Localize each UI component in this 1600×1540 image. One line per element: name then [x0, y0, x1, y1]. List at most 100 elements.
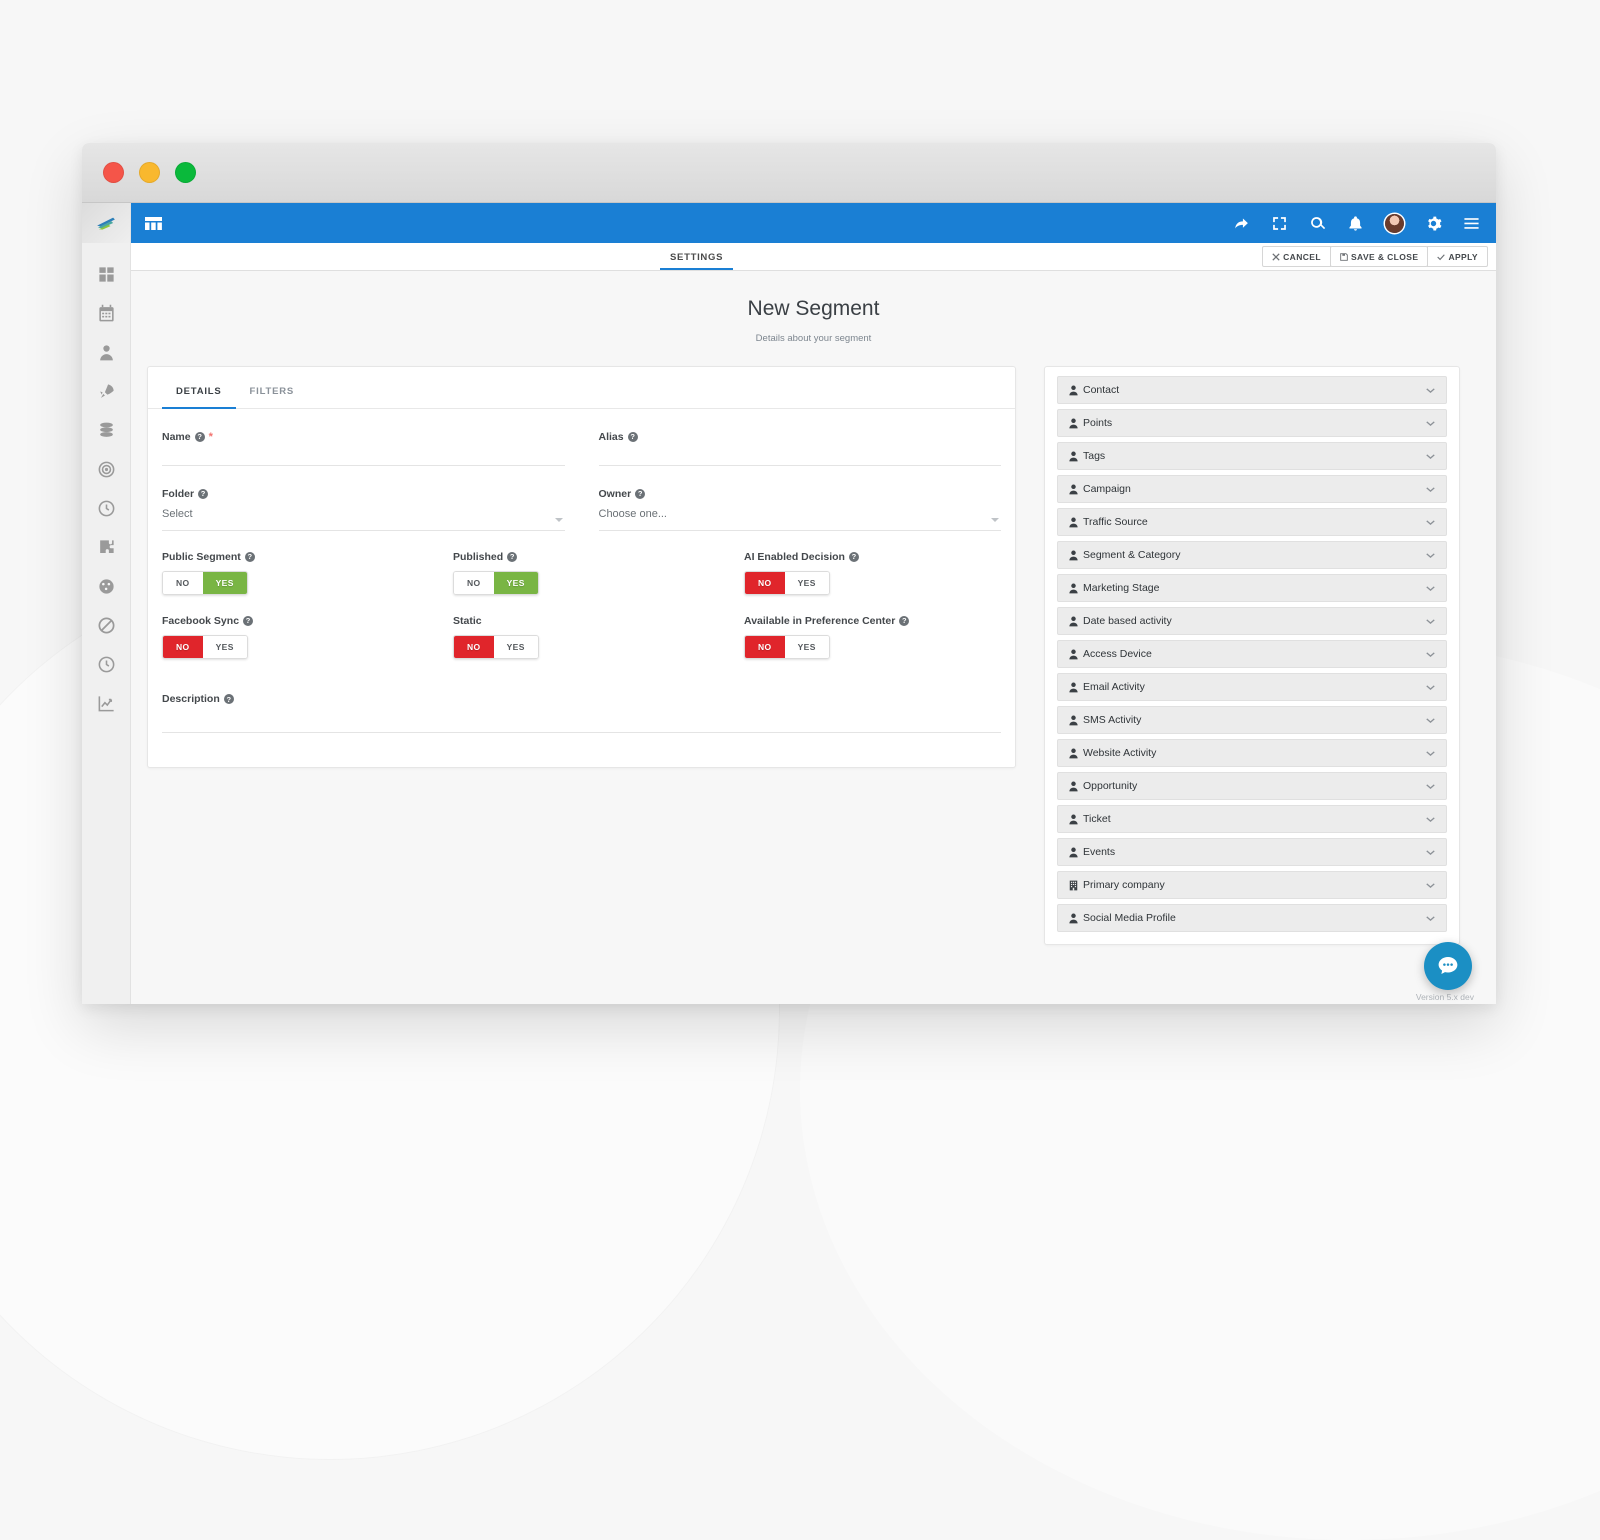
tab-filters[interactable]: FILTERS: [236, 367, 308, 409]
close-window-button[interactable]: [103, 162, 124, 183]
accordion-item[interactable]: SMS Activity: [1057, 706, 1447, 734]
accordion-item[interactable]: Email Activity: [1057, 673, 1447, 701]
accordion-item[interactable]: Ticket: [1057, 805, 1447, 833]
field-description: Description ?: [148, 659, 1015, 734]
accordion-item-label: Date based activity: [1083, 615, 1172, 627]
accordion-item[interactable]: Tags: [1057, 442, 1447, 470]
mautic-logo[interactable]: [82, 203, 130, 243]
sidebar-item-stages[interactable]: [97, 499, 116, 518]
apply-button-label: APPLY: [1448, 251, 1478, 262]
save-and-close-button[interactable]: SAVE & CLOSE: [1329, 246, 1429, 267]
sidebar-item-contacts[interactable]: [97, 343, 116, 362]
accordion-item[interactable]: Points: [1057, 409, 1447, 437]
owner-select[interactable]: Choose one...: [598, 508, 1001, 531]
ai-enabled-decision-toggle[interactable]: NO YES: [744, 571, 830, 596]
facebook-sync-toggle[interactable]: NO YES: [162, 635, 248, 660]
chevron-down-icon: [1426, 387, 1435, 393]
help-icon[interactable]: ?: [223, 694, 234, 705]
tab-settings[interactable]: SETTINGS: [660, 252, 734, 270]
accordion-item[interactable]: Primary company: [1057, 871, 1447, 899]
help-icon[interactable]: ?: [244, 552, 255, 562]
search-icon[interactable]: [1309, 215, 1326, 232]
toggle-no-option[interactable]: NO: [454, 572, 494, 595]
chat-widget-button[interactable]: [1424, 942, 1472, 990]
chevron-down-icon: [1426, 783, 1435, 789]
details-form: Name ? * Alias ? Folder ? Select Owner ?…: [148, 409, 1015, 660]
help-icon[interactable]: ?: [627, 432, 638, 442]
user-icon: [1069, 616, 1078, 626]
accordion-item[interactable]: Access Device: [1057, 640, 1447, 668]
toggle-yes-option[interactable]: YES: [784, 572, 829, 595]
grid-icon[interactable]: [145, 216, 162, 230]
help-icon[interactable]: ?: [198, 489, 209, 499]
toggle-no-option[interactable]: NO: [745, 636, 785, 659]
help-icon[interactable]: ?: [635, 489, 646, 499]
alias-input[interactable]: [598, 443, 1001, 466]
description-input[interactable]: [162, 711, 1001, 734]
hamburger-icon[interactable]: [1463, 215, 1480, 232]
minimize-window-button[interactable]: [139, 162, 160, 183]
toggle-yes-option[interactable]: YES: [202, 572, 247, 595]
fullscreen-icon[interactable]: [1271, 215, 1288, 232]
static-toggle[interactable]: NO YES: [453, 635, 539, 660]
accordion-item[interactable]: Social Media Profile: [1057, 904, 1447, 932]
chevron-down-icon: [1426, 552, 1435, 558]
share-icon[interactable]: [1233, 215, 1250, 232]
owner-select-value: Choose one...: [598, 508, 1001, 531]
sidebar-item-reports[interactable]: [97, 577, 116, 596]
sidebar-item-channels[interactable]: [97, 421, 116, 440]
accordion-item[interactable]: Events: [1057, 838, 1447, 866]
folder-select[interactable]: Select: [162, 508, 565, 531]
name-input[interactable]: [162, 443, 565, 466]
left-sidebar: [82, 203, 131, 1004]
help-icon[interactable]: ?: [507, 552, 518, 562]
tab-details[interactable]: DETAILS: [162, 367, 236, 409]
toggle-yes-option[interactable]: YES: [202, 636, 247, 659]
sidebar-item-blocked[interactable]: [97, 616, 116, 635]
accordion-item[interactable]: Segment & Category: [1057, 541, 1447, 569]
accordion-item[interactable]: Opportunity: [1057, 772, 1447, 800]
cancel-button[interactable]: CANCEL: [1262, 246, 1331, 267]
avatar[interactable]: [1385, 213, 1404, 233]
help-icon[interactable]: ?: [848, 552, 859, 562]
accordion-item[interactable]: Marketing Stage: [1057, 574, 1447, 602]
chevron-down-icon: [1426, 618, 1435, 624]
chevron-down-icon: [1426, 717, 1435, 723]
accordion-item[interactable]: Website Activity: [1057, 739, 1447, 767]
sidebar-item-calendar[interactable]: [97, 304, 116, 323]
sidebar-item-points[interactable]: [97, 460, 116, 479]
accordion-item[interactable]: Campaign: [1057, 475, 1447, 503]
toggle-no-option[interactable]: NO: [163, 572, 203, 595]
apply-button[interactable]: APPLY: [1427, 246, 1488, 267]
accordion-item[interactable]: Traffic Source: [1057, 508, 1447, 536]
help-icon[interactable]: ?: [899, 616, 910, 627]
help-icon[interactable]: ?: [194, 432, 205, 442]
published-toggle[interactable]: NO YES: [453, 571, 539, 596]
accordion-item[interactable]: Date based activity: [1057, 607, 1447, 635]
bell-icon[interactable]: [1347, 215, 1364, 232]
field-description-label-text: Description: [162, 693, 220, 706]
toggle-no-option[interactable]: NO: [163, 636, 203, 659]
toggle-label-text: Facebook Sync: [162, 615, 240, 628]
toggle-no-option[interactable]: NO: [454, 636, 494, 659]
sidebar-item-scheduler[interactable]: [97, 655, 116, 674]
available-in-preference-center-toggle[interactable]: NO YES: [744, 635, 830, 660]
sidebar-item-dashboard[interactable]: [97, 265, 116, 284]
toggle-yes-option[interactable]: YES: [493, 636, 538, 659]
sidebar-item-plugins[interactable]: [97, 538, 116, 557]
page-title: New Segment: [747, 297, 880, 320]
toggle-yes-option[interactable]: YES: [784, 636, 829, 659]
user-icon: [1069, 748, 1078, 758]
toggle-ai-enabled-decision: AI Enabled Decision ? NO YES: [744, 551, 1001, 596]
toggle-yes-option[interactable]: YES: [493, 572, 538, 595]
sidebar-item-analytics[interactable]: [97, 694, 116, 713]
public-segment-toggle[interactable]: NO YES: [162, 571, 248, 596]
toggle-no-option[interactable]: NO: [745, 572, 785, 595]
accordion-item[interactable]: Contact: [1057, 376, 1447, 404]
help-icon[interactable]: ?: [243, 616, 254, 627]
zoom-window-button[interactable]: [175, 162, 196, 183]
accordion-item-label: Website Activity: [1083, 747, 1157, 759]
gear-icon[interactable]: [1425, 215, 1442, 232]
sidebar-item-campaigns[interactable]: [97, 382, 116, 401]
field-name-label-text: Name: [162, 431, 191, 443]
